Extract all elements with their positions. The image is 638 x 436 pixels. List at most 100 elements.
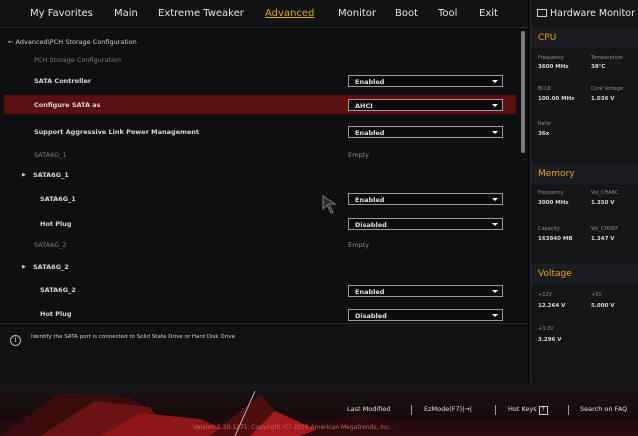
info-icon: i — [10, 335, 21, 346]
sata-controller-select[interactable]: Enabled — [348, 75, 503, 87]
sata6g2-enable-label: SATA6G_2 — [40, 286, 76, 294]
tab-advanced[interactable]: Advanced — [265, 8, 314, 19]
search-faq-link[interactable]: Search on FAQ — [580, 405, 627, 413]
tab-main[interactable]: Main — [114, 8, 138, 19]
sata6g1-enable-label: SATA6G_1 — [40, 195, 76, 203]
section-title: PCH Storage Configuration — [34, 56, 121, 64]
hotplug1-label: Hot Plug — [40, 220, 72, 228]
tab-my-favorites[interactable]: My Favorites — [30, 8, 93, 19]
hotkeys-key: ? — [538, 406, 548, 415]
footer-links: Last Modified EzMode(F7)|→| Hot Keys? Se… — [0, 405, 638, 419]
sata6g1-enable-value: Enabled — [355, 195, 385, 204]
cpu-temperature-label: Temperature — [591, 55, 623, 61]
configure-sata-label: Configure SATA as — [34, 101, 101, 109]
sata6g2-enable-select[interactable]: Enabled — [348, 285, 503, 297]
footer-divider — [411, 405, 412, 415]
version-text: Version 2.20.1271. Copyright (C) 2019 Am… — [193, 424, 392, 431]
mem-vol-b-label: Vol_CHDEF — [591, 226, 619, 232]
voltage-section-header: Voltage — [531, 264, 638, 284]
v5-value: 5.000 V — [591, 303, 615, 309]
alpm-label: Support Aggressive Link Power Management — [34, 128, 200, 136]
tab-exit[interactable]: Exit — [479, 8, 498, 19]
tab-tool[interactable]: Tool — [438, 8, 457, 19]
mem-vol-a-value: 1.350 V — [591, 200, 615, 206]
clip-region: Hot Plug Disabled — [0, 305, 520, 321]
cpu-ratio-value: 36x — [538, 131, 550, 137]
help-panel: i Identify the SATA port is connected to… — [0, 323, 528, 383]
chevron-down-icon — [492, 104, 498, 107]
voltage-heading: Voltage — [538, 269, 572, 279]
tab-monitor[interactable]: Monitor — [338, 8, 376, 19]
monitor-icon — [537, 9, 547, 17]
sata-controller-label: SATA Controller — [34, 77, 92, 85]
help-text: Identify the SATA port is connected to S… — [31, 334, 236, 340]
chevron-down-icon — [492, 131, 498, 134]
hotplug1-value: Disabled — [355, 220, 387, 229]
tab-boot[interactable]: Boot — [395, 8, 418, 19]
mem-vol-a-label: Vol_CHABC — [591, 190, 619, 196]
mem-capacity-value: 163840 MB — [538, 236, 573, 242]
memory-section-header: Memory — [531, 164, 638, 184]
expand-arrow-icon[interactable]: ▶ — [22, 264, 26, 270]
cpu-core-voltage-value: 1.036 V — [591, 96, 615, 102]
v33-value: 3.296 V — [538, 337, 562, 343]
alpm-value: Enabled — [355, 128, 385, 137]
sata-controller-value: Enabled — [355, 77, 385, 86]
memory-heading: Memory — [538, 169, 575, 179]
cpu-heading: CPU — [538, 33, 557, 43]
chevron-down-icon — [492, 223, 498, 226]
mem-vol-b-value: 1.347 V — [591, 236, 615, 242]
footer-divider — [495, 405, 496, 415]
mem-capacity-label: Capacity — [538, 226, 560, 232]
sata6g2-status-value: Empty — [348, 241, 369, 249]
hardware-monitor-panel: Hardware Monitor CPU Frequency Temperatu… — [530, 0, 638, 436]
scrollbar[interactable] — [521, 31, 525, 153]
cpu-temperature-value: 38°C — [591, 64, 606, 70]
cpu-ratio-label: Ratio — [538, 121, 551, 127]
sata6g1-enable-select[interactable]: Enabled — [348, 193, 503, 205]
hotplug2-value: Disabled — [355, 311, 387, 320]
main-panel: ← Advanced\PCH Storage Configuration PCH… — [0, 29, 528, 321]
alpm-select[interactable]: Enabled — [348, 126, 503, 138]
chevron-down-icon — [492, 314, 498, 317]
sata6g1-group[interactable]: SATA6G_1 — [33, 171, 69, 179]
hotplug2-label: Hot Plug — [40, 310, 72, 318]
configure-sata-select[interactable]: AHCI — [348, 99, 503, 111]
mem-frequency-label: Frequency — [538, 190, 564, 196]
hotkeys-label: Hot Keys — [508, 405, 537, 413]
configure-sata-value: AHCI — [355, 101, 373, 110]
chevron-down-icon — [492, 198, 498, 201]
v12-label: +12V — [538, 292, 552, 298]
footer-divider — [568, 405, 569, 415]
last-modified-link[interactable]: Last Modified — [347, 405, 390, 413]
sata6g1-status-value: Empty — [348, 151, 369, 159]
footer: Last Modified EzMode(F7)|→| Hot Keys? Se… — [0, 383, 638, 436]
v33-label: +3.3V — [538, 326, 554, 332]
tab-extreme-tweaker[interactable]: Extreme Tweaker — [158, 8, 244, 19]
sata6g2-group[interactable]: SATA6G_2 — [33, 263, 69, 271]
v5-label: +5V — [591, 292, 602, 298]
mem-frequency-value: 3000 MHz — [538, 200, 569, 206]
mouse-cursor-icon — [322, 195, 337, 214]
cpu-bclk-value: 100.00 MHz — [538, 96, 575, 102]
hotplug1-select[interactable]: Disabled — [348, 218, 503, 230]
cpu-section-header: CPU — [531, 28, 638, 48]
chevron-down-icon — [492, 290, 498, 293]
ezmode-link[interactable]: EzMode(F7)|→| — [424, 405, 472, 413]
hotkeys-link[interactable]: Hot Keys? — [508, 405, 548, 415]
cpu-bclk-label: BCLK — [538, 86, 551, 92]
sata6g2-enable-value: Enabled — [355, 287, 385, 296]
hardware-monitor-title-text: Hardware Monitor — [550, 8, 635, 19]
top-navigation: My Favorites Main Extreme Tweaker Advanc… — [0, 0, 528, 28]
sata6g1-status-label: SATA6G_1 — [34, 151, 67, 159]
cpu-frequency-value: 3600 MHz — [538, 64, 569, 70]
breadcrumb[interactable]: ← Advanced\PCH Storage Configuration — [8, 38, 137, 46]
hotplug2-select[interactable]: Disabled — [348, 309, 503, 321]
v12-value: 12.264 V — [538, 303, 566, 309]
chevron-down-icon — [492, 80, 498, 83]
cpu-core-voltage-label: Core Voltage — [591, 86, 623, 92]
hardware-monitor-title: Hardware Monitor — [537, 8, 635, 19]
sata6g2-status-label: SATA6G_2 — [34, 241, 67, 249]
expand-arrow-icon[interactable]: ▶ — [22, 172, 26, 178]
cpu-frequency-label: Frequency — [538, 55, 564, 61]
